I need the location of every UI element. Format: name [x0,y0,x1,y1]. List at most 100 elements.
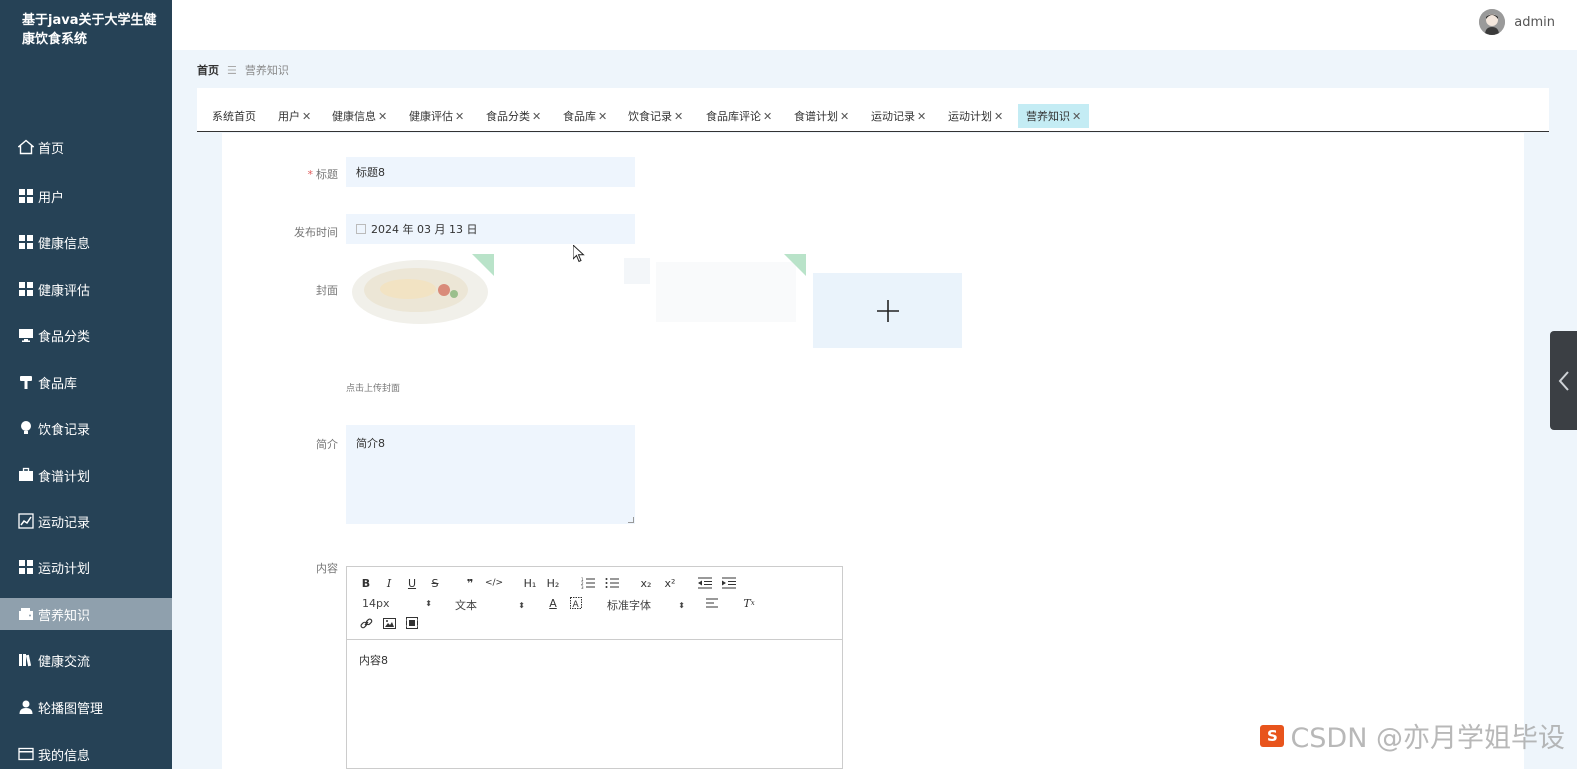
tab-label: 饮食记录 [628,110,672,123]
close-icon[interactable]: ✕ [763,110,772,123]
tab-11[interactable]: 运动计划 ✕ [940,104,1011,128]
cover-image-2[interactable] [496,254,806,330]
font-color-icon[interactable]: A [544,595,562,611]
tab-3[interactable]: 健康信息 ✕ [324,104,395,128]
bullet-list-icon[interactable] [603,575,621,591]
svg-text:A: A [573,600,580,609]
hammer-icon [18,374,34,390]
sidebar-item-label: 健康交流 [38,654,91,670]
sidebar-item-3[interactable]: 健康信息 [0,226,172,258]
code-icon[interactable]: </> [485,575,503,591]
sidebar-item-12[interactable]: 健康交流 [0,644,172,676]
font-size-select[interactable]: 14px ⬍ [362,597,432,610]
close-icon[interactable]: ✕ [840,110,849,123]
italic-button[interactable]: I [380,575,398,591]
tab-1[interactable]: 系统首页 [204,104,264,128]
close-icon[interactable]: ✕ [994,110,1003,123]
sidebar-item-7[interactable]: 饮食记录 [0,412,172,444]
close-icon[interactable]: ✕ [917,110,926,123]
chart-icon [18,513,34,529]
avatar[interactable] [1479,9,1506,35]
indent-icon[interactable] [720,575,738,591]
bold-button[interactable]: B [357,575,375,591]
tab-8[interactable]: 食品库评论 ✕ [698,104,780,128]
sidebar-item-2[interactable]: 用户 [0,180,172,212]
clear-format-icon[interactable]: Tx [740,595,758,611]
user-menu[interactable]: admin [1479,9,1555,35]
sidebar-item-label: 营养知识 [38,608,91,624]
tab-7[interactable]: 饮食记录 ✕ [620,104,691,128]
tab-5[interactable]: 食品分类 ✕ [478,104,549,128]
tab-label: 健康评估 [409,110,453,123]
sidebar-item-13[interactable]: 轮播图管理 [0,691,172,723]
username[interactable]: admin [1514,15,1555,30]
tab-label: 运动记录 [871,110,915,123]
cover-label: 封面 [316,284,338,297]
close-icon[interactable]: ✕ [532,110,541,123]
sidebar-item-label: 食品分类 [38,329,91,345]
sidebar-item-5[interactable]: 食品分类 [0,319,172,351]
tab-6[interactable]: 食品库 ✕ [555,104,615,128]
close-icon[interactable]: ✕ [1072,110,1081,123]
h1-button[interactable]: H₁ [519,575,541,591]
sidebar-item-6[interactable]: 食品库 [0,366,172,398]
sidebar-item-11[interactable]: 营养知识 [0,598,172,630]
sidebar-item-9[interactable]: 运动记录 [0,505,172,537]
image-icon[interactable] [380,615,398,631]
sidebar-item-10[interactable]: 运动计划 [0,551,172,583]
intro-label: 简介 [316,438,338,451]
video-icon[interactable] [403,615,421,631]
grid-icon [18,559,34,575]
side-panel-toggle[interactable] [1550,331,1577,430]
tab-4[interactable]: 健康评估 ✕ [401,104,472,128]
outdent-icon[interactable] [696,575,714,591]
resize-handle-icon[interactable] [628,517,634,523]
tab-10[interactable]: 运动记录 ✕ [863,104,934,128]
bulb-icon [18,420,34,436]
sidebar-item-label: 运动记录 [38,515,91,531]
sidebar-item-label: 运动计划 [38,561,91,577]
close-icon[interactable]: ✕ [302,110,311,123]
upload-cover-button[interactable] [813,273,962,348]
quote-icon[interactable]: ❞ [461,575,479,591]
cover-image-1[interactable] [346,254,494,330]
block-type-select[interactable]: 文本 ⬍ [455,597,525,613]
font-family-select[interactable]: 标准字体 ⬍ [607,597,685,613]
grid-icon [18,281,34,297]
underline-button[interactable]: U [403,575,421,591]
align-icon[interactable] [704,595,722,611]
tab-label: 系统首页 [212,110,256,123]
ordered-list-icon[interactable]: 123 [579,575,597,591]
sidebar-item-label: 食品库 [38,376,78,392]
sidebar-item-8[interactable]: 食谱计划 [0,459,172,491]
sidebar-item-label: 健康信息 [38,236,91,252]
strike-button[interactable]: S [426,575,444,591]
tab-9[interactable]: 食谱计划 ✕ [786,104,857,128]
breadcrumb-home[interactable]: 首页 [197,62,219,78]
sidebar-item-14[interactable]: 我的信息 [0,738,172,769]
close-icon[interactable]: ✕ [455,110,464,123]
close-icon[interactable]: ✕ [378,110,387,123]
close-icon[interactable]: ✕ [598,110,607,123]
wallet-icon [18,606,34,622]
tab-label: 营养知识 [1026,110,1070,123]
tab-12[interactable]: 营养知识 ✕ [1018,104,1090,128]
plus-icon [876,299,899,322]
tab-2[interactable]: 用户 ✕ [270,104,319,128]
sidebar-item-1[interactable]: 首页 [0,131,172,163]
grid-icon [18,188,34,204]
superscript-button[interactable]: x² [661,575,679,591]
editor-content[interactable]: 内容8 [359,652,388,668]
sidebar-item-label: 轮播图管理 [38,701,104,717]
close-icon[interactable]: ✕ [674,110,683,123]
link-icon[interactable] [357,615,375,631]
intro-textarea[interactable]: 简介8 [346,425,635,524]
subscript-button[interactable]: x₂ [637,575,655,591]
title-input[interactable]: 标题8 [346,157,635,187]
sidebar-item-4[interactable]: 健康评估 [0,273,172,305]
h2-button[interactable]: H₂ [542,575,564,591]
date-picker[interactable]: 2024 年 03 月 13 日 [346,214,635,244]
title-label: * 标题 [307,168,339,181]
background-color-icon[interactable]: A [567,595,585,611]
tab-label: 食谱计划 [794,110,838,123]
